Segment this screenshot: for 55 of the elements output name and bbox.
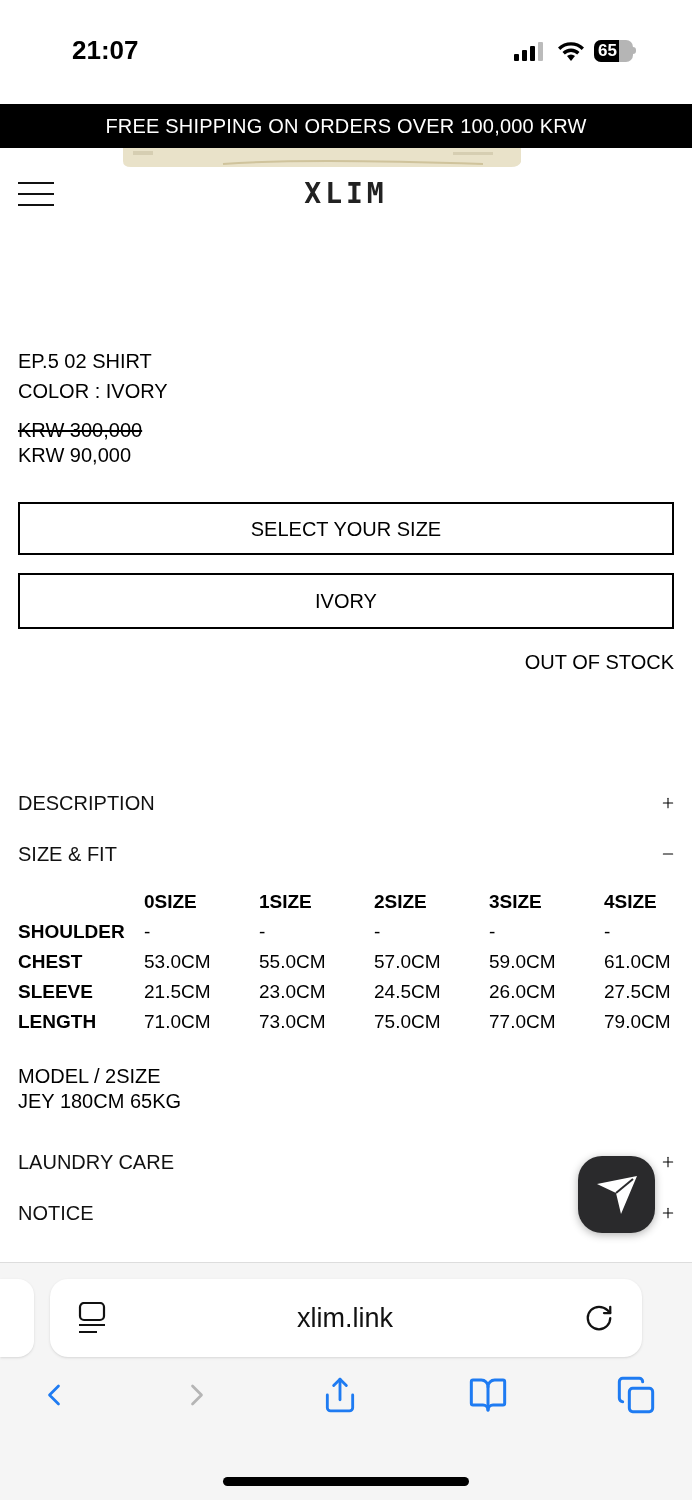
model-info: MODEL / 2SIZE xyxy=(18,1064,161,1089)
url-text: xlim.link xyxy=(297,1301,393,1335)
table-cell-text: 77.0CM xyxy=(489,1010,556,1034)
section-title[interactable]: SIZE & FIT xyxy=(18,838,117,869)
column-header: 2SIZE xyxy=(374,890,427,914)
menu-icon[interactable] xyxy=(18,182,54,206)
column-header: 0SIZE xyxy=(144,890,197,914)
table-cell-text: 23.0CM xyxy=(259,980,326,1004)
row-label: CHEST xyxy=(18,950,83,974)
battery-level: 65 xyxy=(598,42,617,59)
tabs-icon[interactable] xyxy=(616,1375,656,1415)
size-select[interactable]: SELECT YOUR SIZE xyxy=(18,502,674,555)
row-label: LENGTH xyxy=(18,1010,97,1034)
color-select[interactable]: IVORY xyxy=(18,573,674,629)
row-label: SLEEVE xyxy=(18,980,93,1004)
address-bar[interactable]: xlim.link xyxy=(50,1279,642,1357)
table-cell-text: - xyxy=(259,920,266,944)
table-cell-text: 71.0CM xyxy=(144,1010,211,1034)
column-header: 3SIZE xyxy=(489,890,542,914)
original-price: KRW 300,000 xyxy=(18,418,143,443)
section-title[interactable]: NOTICE xyxy=(18,1197,94,1228)
table-cell-text: 73.0CM xyxy=(259,1010,326,1034)
table-cell-text: 24.5CM xyxy=(374,980,441,1004)
stock-status: OUT OF STOCK xyxy=(524,650,674,675)
product-color: COLOR : IVORY xyxy=(18,379,169,404)
status-time: 21:07 xyxy=(72,34,139,67)
reload-icon[interactable] xyxy=(584,1303,614,1333)
table-cell-text: 59.0CM xyxy=(489,950,556,974)
section-title[interactable]: DESCRIPTION xyxy=(18,787,155,818)
table-cell-text: 21.5CM xyxy=(144,980,211,1004)
row-label: SHOULDER xyxy=(18,920,125,944)
table-cell-text: 79.0CM xyxy=(604,1010,671,1034)
send-button[interactable] xyxy=(578,1156,655,1233)
column-header: 1SIZE xyxy=(259,890,312,914)
product-name: EP.5 02 SHIRT xyxy=(18,349,153,374)
table-cell-text: 27.5CM xyxy=(604,980,671,1004)
wifi-icon xyxy=(558,40,584,61)
logo[interactable]: XLIM xyxy=(304,173,388,215)
table-cell-text: 26.0CM xyxy=(489,980,556,1004)
model-info: JEY 180CM 65KG xyxy=(18,1089,182,1114)
reader-icon[interactable] xyxy=(78,1302,106,1334)
table-cell-text: 53.0CM xyxy=(144,950,211,974)
column-header: 4SIZE xyxy=(604,890,657,914)
table-cell-text: - xyxy=(604,920,611,944)
table-cell-text: 57.0CM xyxy=(374,950,441,974)
table-cell-text: 61.0CM xyxy=(604,950,671,974)
banner-text: FREE SHIPPING ON ORDERS OVER 100,000 KRW xyxy=(105,114,587,139)
table-cell-text: 75.0CM xyxy=(374,1010,441,1034)
table-cell-text: - xyxy=(489,920,496,944)
table-cell-text: 55.0CM xyxy=(259,950,326,974)
send-icon xyxy=(596,1175,637,1214)
table-cell-text: - xyxy=(144,920,151,944)
table-cell-text: - xyxy=(374,920,381,944)
sale-price: KRW 90,000 xyxy=(18,443,133,468)
section-title[interactable]: LAUNDRY CARE xyxy=(18,1146,174,1177)
